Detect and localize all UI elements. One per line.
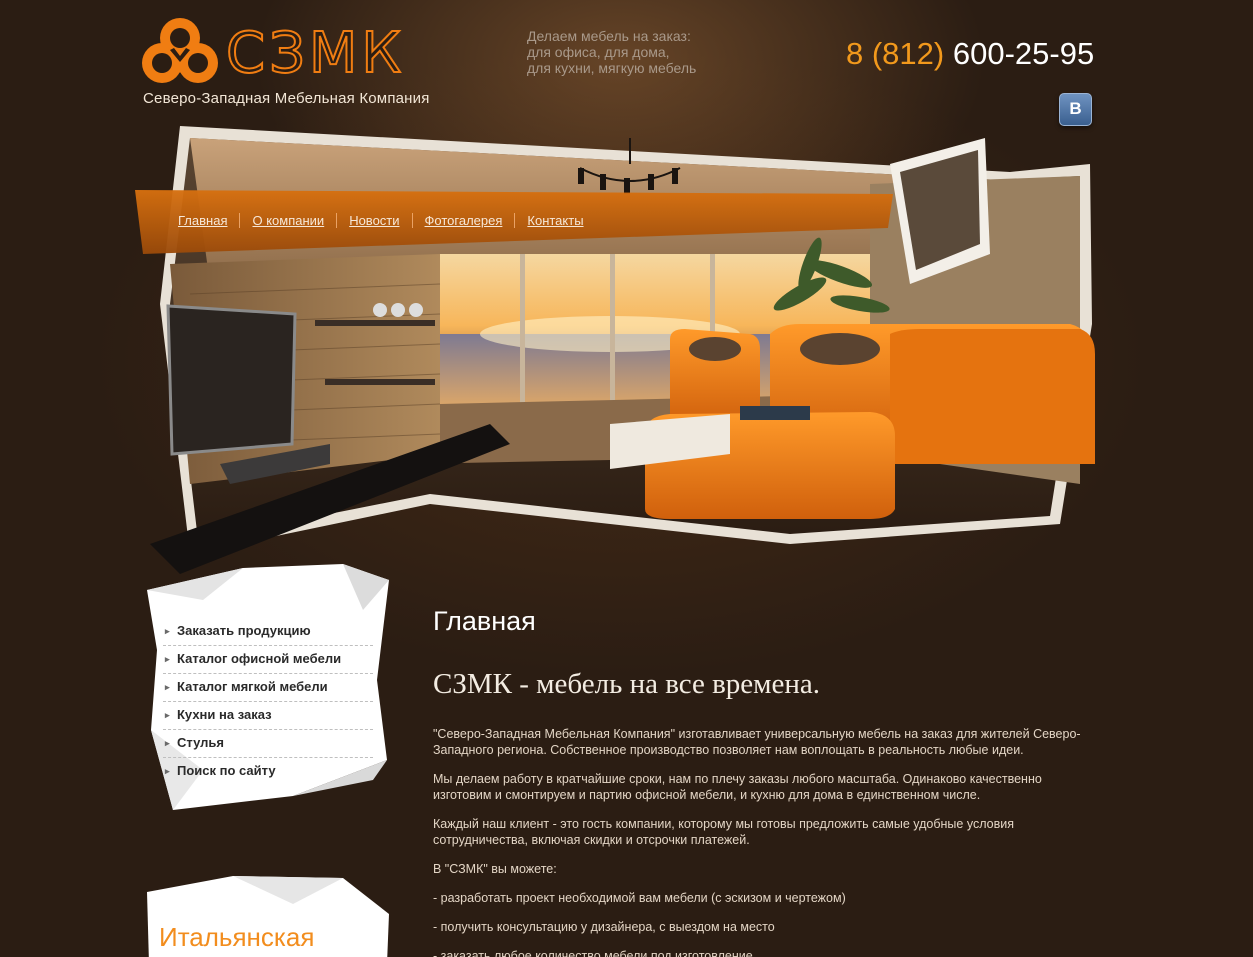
tagline-line: Делаем мебель на заказ: (527, 28, 691, 44)
sidebar-menu: ▸ Заказать продукцию ▸ Каталог офисной м… (163, 618, 373, 785)
paragraph: - разработать проект необходимой вам меб… (433, 891, 846, 905)
paragraph: "Северо-Западная Мебельная Компания" изг… (433, 727, 1081, 757)
paragraph: Мы делаем работу в кратчайшие сроки, нам… (433, 772, 1042, 802)
paragraph: В "СЗМК" вы можете: (433, 862, 557, 876)
article-body: "Северо-Западная Мебельная Компания" изг… (433, 726, 1093, 957)
sidebar-item-order[interactable]: ▸ Заказать продукцию (163, 618, 373, 646)
bullet-icon: ▸ (165, 626, 170, 636)
sidebar-item-office-catalog[interactable]: ▸ Каталог офисной мебели (163, 646, 373, 674)
paragraph: Каждый наш клиент - это гость компании, … (433, 817, 1014, 847)
tagline-line: для кухни, мягкую мебель (527, 60, 697, 76)
paragraph: - заказать любое количество мебели под и… (433, 949, 753, 957)
nav-item-gallery[interactable]: Фотогалерея (425, 213, 503, 228)
sidebar-item-label: Стулья (177, 735, 224, 750)
nav-separator (239, 213, 241, 228)
sidebar-item-label: Поиск по сайту (177, 763, 276, 778)
phone-main: 600-25-95 (952, 36, 1095, 71)
nav-item-contacts[interactable]: Контакты (527, 213, 583, 228)
sidebar-item-search[interactable]: ▸ Поиск по сайту (163, 758, 373, 785)
promo-title[interactable]: Итальянская (159, 922, 314, 953)
page: СЗМК Северо-Западная Мебельная Компания … (0, 0, 1253, 957)
vk-icon[interactable]: B (1059, 93, 1092, 126)
sidebar-item-soft-catalog[interactable]: ▸ Каталог мягкой мебели (163, 674, 373, 702)
slogan: СЗМК - мебель на все времена. (433, 668, 821, 700)
sidebar-item-label: Каталог офисной мебели (177, 651, 342, 666)
nav-separator (336, 213, 338, 228)
tagline: Делаем мебель на заказ: для офиса, для д… (527, 28, 747, 76)
nav-item-home[interactable]: Главная (178, 213, 227, 228)
sidebar-item-label: Заказать продукцию (177, 623, 311, 638)
logo-emblem-icon (142, 18, 218, 83)
phone-code: 8 (812) (846, 36, 945, 71)
bullet-icon: ▸ (165, 766, 170, 776)
logo-text: СЗМК (225, 21, 406, 87)
tagline-line: для офиса, для дома, (527, 44, 670, 60)
sidebar-item-chairs[interactable]: ▸ Стулья (163, 730, 373, 758)
company-name: Северо-Западная Мебельная Компания (143, 90, 430, 107)
sidebar-item-kitchens[interactable]: ▸ Кухни на заказ (163, 702, 373, 730)
page-title: Главная (433, 606, 536, 636)
bullet-icon: ▸ (165, 654, 170, 664)
phone-number: 8 (812) 600-25-95 (846, 36, 1094, 72)
nav-item-about[interactable]: О компании (252, 213, 324, 228)
nav-separator (411, 213, 413, 228)
paragraph: - получить консультацию у дизайнера, с в… (433, 920, 775, 934)
sidebar-item-label: Кухни на заказ (177, 707, 272, 722)
nav-item-news[interactable]: Новости (349, 213, 399, 228)
nav-separator (514, 213, 516, 228)
bullet-icon: ▸ (165, 710, 170, 720)
bullet-icon: ▸ (165, 738, 170, 748)
main-nav: Главная О компании Новости Фотогалерея К… (178, 213, 584, 228)
sidebar-item-label: Каталог мягкой мебели (177, 679, 328, 694)
bullet-icon: ▸ (165, 682, 170, 692)
